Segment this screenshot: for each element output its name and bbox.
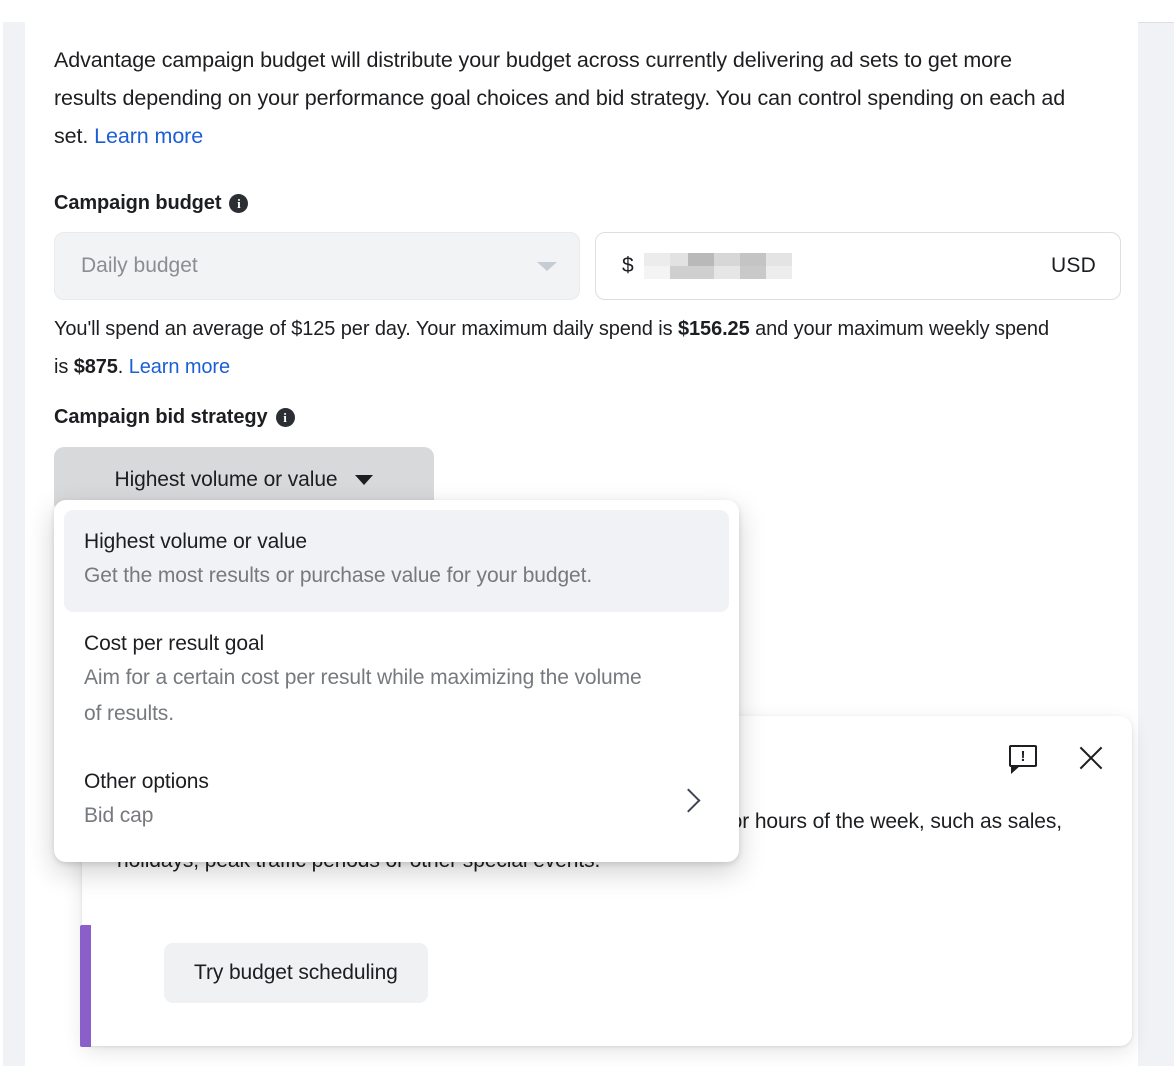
budget-type-select[interactable]: Daily budget	[54, 232, 580, 300]
advantage-budget-learn-more-link[interactable]: Learn more	[94, 124, 203, 148]
try-budget-scheduling-button[interactable]: Try budget scheduling	[164, 943, 428, 1003]
menu-item-title: Cost per result goal	[84, 628, 709, 660]
max-daily-spend-value: $156.25	[678, 318, 750, 340]
campaign-bid-strategy-label-text: Campaign bid strategy	[54, 406, 268, 429]
budget-type-value: Daily budget	[81, 254, 537, 278]
campaign-budget-label: Campaign budget i	[54, 192, 248, 215]
menu-item-title: Other options	[84, 766, 209, 798]
budget-amount-input[interactable]: $ USD	[595, 232, 1121, 300]
spend-estimate-note: You'll spend an average of $125 per day.…	[54, 310, 1064, 386]
budget-amount-redacted-value	[644, 253, 1051, 279]
close-icon[interactable]	[1077, 744, 1105, 772]
advantage-budget-description: Advantage campaign budget will distribut…	[54, 41, 1076, 155]
notification-actions: !	[1009, 744, 1105, 772]
top-right-divider	[1138, 22, 1174, 23]
page-root: Advantage campaign budget will distribut…	[0, 0, 1174, 1066]
campaign-bid-strategy-label: Campaign bid strategy i	[54, 406, 295, 429]
currency-symbol: $	[622, 254, 634, 278]
menu-item-cost-per-result-goal[interactable]: Cost per result goal Aim for a certain c…	[64, 612, 729, 750]
info-icon[interactable]: i	[229, 194, 248, 213]
max-weekly-spend-value: $875	[74, 356, 118, 378]
page-right-gutter	[1138, 22, 1174, 1066]
spend-note-part1: You'll spend an average of $125 per day.…	[54, 318, 678, 340]
menu-item-description: Get the most results or purchase value f…	[84, 558, 644, 594]
chevron-right-icon	[676, 788, 700, 812]
bid-strategy-selected-value: Highest volume or value	[115, 468, 338, 492]
chevron-down-icon	[355, 475, 373, 485]
page-left-gutter	[3, 22, 25, 1066]
notification-accent-bar	[80, 925, 91, 1047]
menu-item-description: Bid cap	[84, 798, 209, 834]
advantage-budget-description-text: Advantage campaign budget will distribut…	[54, 48, 1065, 148]
chevron-down-icon	[537, 262, 557, 271]
campaign-budget-panel: Advantage campaign budget will distribut…	[25, 0, 1138, 1066]
menu-item-title: Highest volume or value	[84, 526, 709, 558]
currency-code: USD	[1051, 254, 1096, 278]
bid-strategy-dropdown-menu: Highest volume or value Get the most res…	[54, 500, 739, 862]
campaign-budget-label-text: Campaign budget	[54, 192, 221, 215]
menu-item-highest-volume-or-value[interactable]: Highest volume or value Get the most res…	[64, 510, 729, 612]
spend-note-learn-more-link[interactable]: Learn more	[129, 356, 230, 378]
menu-item-description: Aim for a certain cost per result while …	[84, 660, 644, 732]
info-icon[interactable]: i	[276, 408, 295, 427]
spend-note-part3: .	[118, 356, 129, 378]
menu-item-other-options[interactable]: Other options Bid cap	[64, 750, 729, 852]
feedback-bubble-icon[interactable]: !	[1009, 745, 1039, 771]
